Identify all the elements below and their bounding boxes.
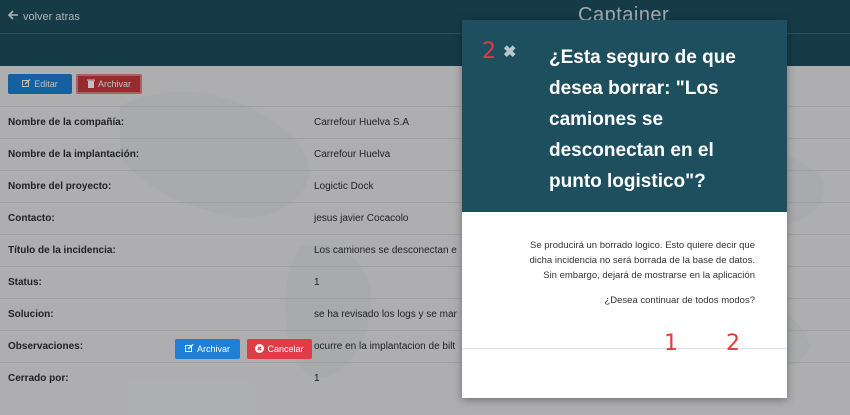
modal-body-line: dicha incidencia no será borrada de la b… (529, 255, 755, 266)
cancel-button[interactable]: Cancelar (247, 339, 312, 359)
modal-header: ✖ ¿Esta seguro de que desea borrar: "Los… (462, 20, 787, 212)
confirm-archive-button[interactable]: Archivar (175, 339, 240, 359)
edit-icon (184, 343, 194, 355)
times-circle-icon (255, 343, 265, 355)
modal-body-line: Se producirá un borrado logico. Esto qui… (530, 240, 755, 251)
annotation-marker: 1 (664, 331, 678, 356)
annotation-marker: 2 (482, 39, 496, 64)
annotation-marker: 2 (726, 331, 740, 356)
close-icon[interactable]: ✖ (503, 42, 516, 62)
confirm-archive-label: Archivar (196, 344, 230, 354)
modal-question: ¿Desea continuar de todos modos? (604, 295, 755, 306)
modal-body-line: Sin embargo, dejará de mostrarse en la a… (543, 270, 755, 281)
cancel-button-label: Cancelar (267, 344, 304, 354)
modal-title: ¿Esta seguro de que desea borrar: "Los c… (549, 47, 736, 192)
modal-body: Se producirá un borrado logico. Esto qui… (462, 212, 787, 348)
